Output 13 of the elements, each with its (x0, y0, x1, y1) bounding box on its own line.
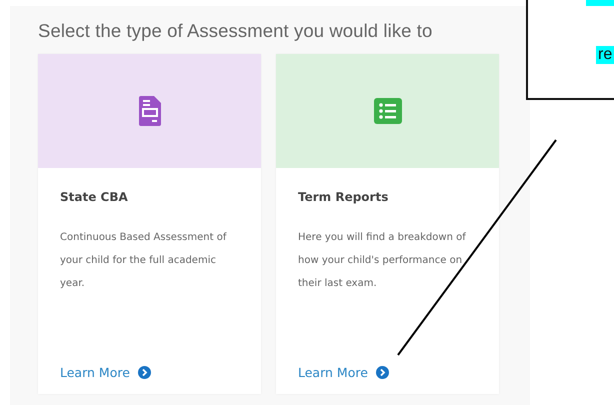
card-title: Term Reports (298, 190, 390, 204)
card-description: Here you will find a breakdown of how your child's performance on their last exam. (298, 231, 467, 291)
learn-more-link[interactable]: Learn More (298, 365, 389, 380)
card-description: Continuous Based Assessment of your child for the full academic year. (60, 231, 228, 291)
chevron-circle-icon (376, 366, 389, 379)
page-heading: Select the type of Assessment you would like to (38, 20, 434, 42)
callout-text: re (596, 46, 614, 64)
text-highlight (586, 0, 614, 6)
card-title: State CBA (60, 190, 129, 204)
list-icon (374, 98, 402, 124)
learn-more-link[interactable]: Learn More (60, 365, 151, 380)
chevron-circle-icon (138, 366, 151, 379)
document-icon (138, 96, 160, 126)
